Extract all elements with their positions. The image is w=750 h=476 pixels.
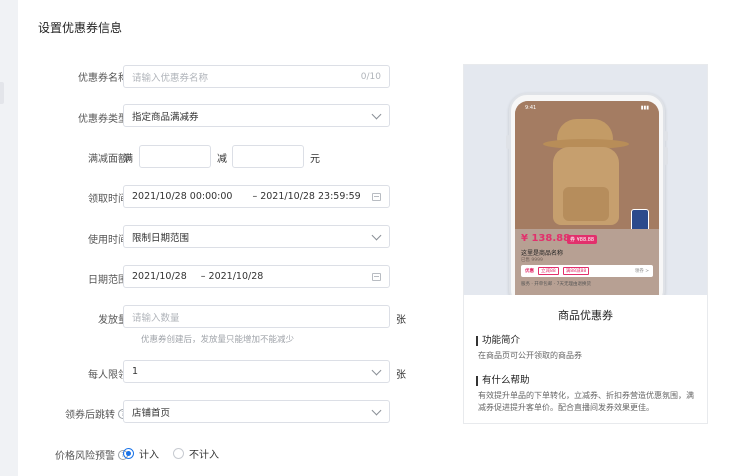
char-counter: 0/10 (360, 71, 381, 82)
coupon-type-select[interactable]: 指定商品满减券 (123, 104, 390, 127)
limit-label: 每人限领 (88, 370, 128, 381)
coupon-name-label: 优惠券名称 (78, 73, 128, 84)
calendar-icon (372, 273, 381, 281)
jump-label: 领券后跳转 ? (65, 406, 128, 421)
coupon-price-tag: 券 ¥88.88 (567, 235, 598, 244)
range-end: – 2021/10/28 (200, 271, 264, 282)
date-range-picker[interactable]: 2021/10/28 – 2021/10/28 (123, 265, 390, 288)
amount-label: 满减面额 (88, 154, 128, 165)
radio-not-count-in[interactable]: 不计入 (173, 446, 219, 461)
limit-unit: 张 (396, 370, 406, 381)
chevron-down-icon (371, 405, 382, 416)
limit-select[interactable]: 1 (123, 360, 390, 383)
range-start: 2021/10/28 (132, 271, 187, 282)
issue-quantity-input[interactable]: 请输入数量 (123, 305, 390, 328)
coupon-strip: 优惠 立减88 满88减88 领券 > (521, 265, 653, 277)
jian-label: 减 (217, 154, 227, 165)
phone-button (506, 135, 510, 149)
radio-checked-icon (123, 448, 134, 459)
product-sold: 已售 9999 (521, 258, 543, 263)
phone-mockup: 9:41 ▮▮▮ ¥ 138.88 券 ¥88.88 这里是商品名称 已售 99… (506, 93, 668, 295)
chevron-down-icon (371, 109, 382, 120)
threshold-input[interactable] (139, 145, 211, 168)
edge-tab[interactable] (0, 82, 4, 104)
product-name: 这里是商品名称 (521, 250, 564, 257)
preview-title: 商品优惠券 (558, 309, 613, 322)
jump-select[interactable]: 店铺首页 (123, 400, 390, 423)
battery-icon: ▮▮▮ (640, 105, 649, 111)
yuan-unit: 元 (310, 154, 320, 165)
service-line: 服务 · 开单包邮 · 7天无理由退换货 (521, 282, 591, 287)
product-price: ¥ 138.88 (521, 233, 571, 244)
product-info: ¥ 138.88 券 ¥88.88 这里是商品名称 已售 9999 优惠 立减8… (515, 229, 659, 295)
feature-intro-text: 在商品页可公开领取的商品券 (478, 351, 582, 360)
claim-time-label: 领取时间 (88, 194, 128, 205)
use-time-label: 使用时间 (88, 235, 128, 246)
discount-input[interactable] (232, 145, 304, 168)
issue-unit: 张 (396, 315, 406, 326)
page-title: 设置优惠券信息 (38, 21, 123, 35)
preview-illustration: 9:41 ▮▮▮ ¥ 138.88 券 ¥88.88 这里是商品名称 已售 99… (464, 65, 707, 295)
radio-count-in[interactable]: 计入 (123, 446, 159, 461)
claim-end: – 2021/10/28 23:59:59 (252, 191, 361, 202)
left-edge (0, 0, 18, 476)
benefit-title: 有什么帮助 (476, 376, 530, 386)
claim-start: 2021/10/28 00:00:00 (132, 191, 233, 202)
feature-intro-title: 功能简介 (476, 336, 520, 346)
phone-button (664, 147, 668, 165)
benefit-text: 有效提升单品的下单转化，立减券、折扣券营造优惠氛围，满减券促进提升客单价。配合直… (478, 391, 694, 412)
issue-hint: 优惠券创建后，发放量只能增加不能减少 (141, 335, 295, 345)
man-label: 满 (123, 154, 133, 165)
phone-button (664, 131, 668, 141)
coupon-settings-panel: 设置优惠券信息 优惠券名称 请输入优惠券名称 0/10 优惠券类型 指定商品满减… (18, 0, 750, 476)
use-time-select[interactable]: 限制日期范围 (123, 225, 390, 248)
coupon-name-input[interactable]: 请输入优惠券名称 0/10 (123, 65, 390, 88)
chevron-down-icon (371, 365, 382, 376)
radio-unchecked-icon (173, 448, 184, 459)
phone-screen: 9:41 ▮▮▮ ¥ 138.88 券 ¥88.88 这里是商品名称 已售 99… (515, 101, 659, 295)
status-bar: 9:41 ▮▮▮ (525, 105, 649, 111)
coupon-type-label: 优惠券类型 (78, 114, 128, 125)
price-risk-label: 价格风险预警 ? (55, 447, 128, 462)
coupon-preview-card: 9:41 ▮▮▮ ¥ 138.88 券 ¥88.88 这里是商品名称 已售 99… (463, 64, 708, 424)
date-range-label: 日期范围 (88, 275, 128, 286)
calendar-icon (372, 193, 381, 201)
claim-time-picker[interactable]: 2021/10/28 00:00:00 – 2021/10/28 23:59:5… (123, 185, 390, 208)
chevron-down-icon (371, 230, 382, 241)
product-backpack-pocket (563, 187, 609, 221)
